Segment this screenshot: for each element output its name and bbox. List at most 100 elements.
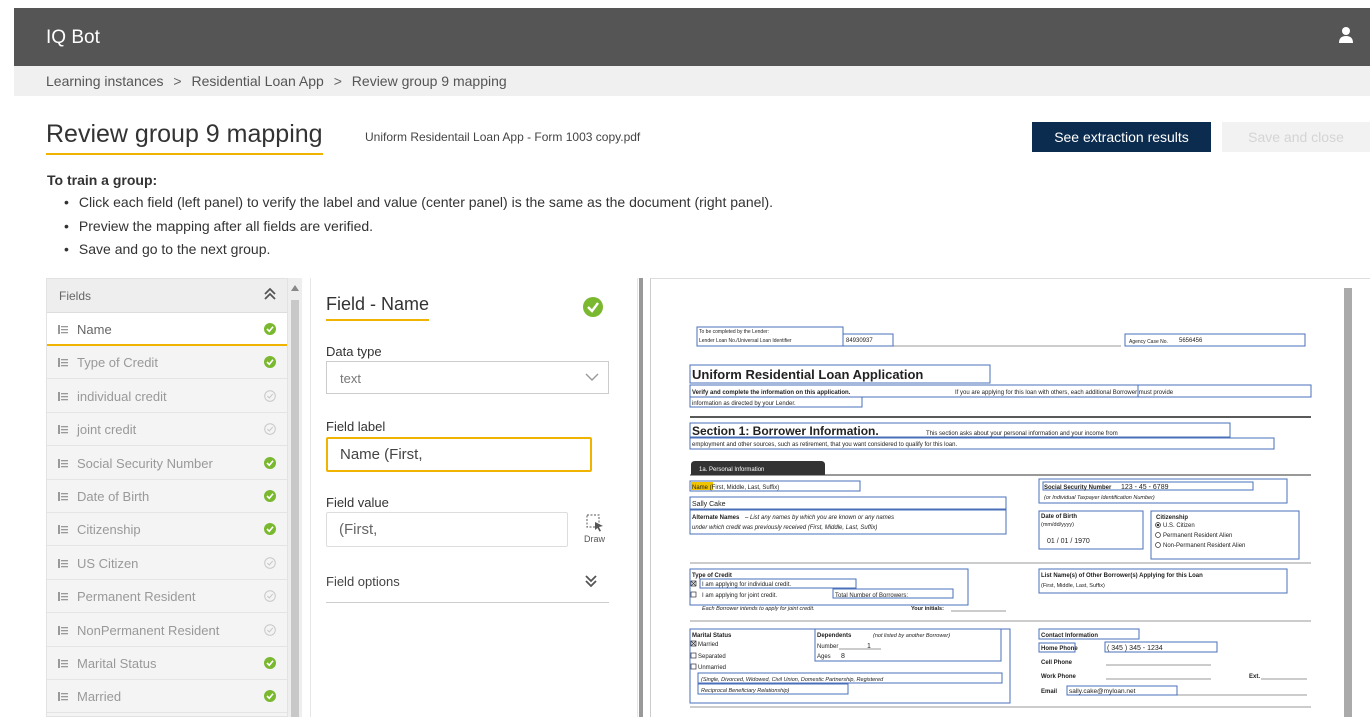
check-circle-icon bbox=[264, 356, 276, 369]
list-lines-icon bbox=[58, 458, 68, 468]
app-title: IQ Bot bbox=[46, 27, 100, 48]
field-row[interactable]: Permanent Resident bbox=[47, 580, 287, 614]
doc-name-value: Sally Cake bbox=[692, 501, 726, 508]
breadcrumb-separator: > bbox=[333, 73, 342, 89]
data-type-select[interactable]: text bbox=[326, 361, 609, 394]
doc-agency-case-value: 5656456 bbox=[1179, 338, 1203, 344]
doc-contact-label: Contact Information bbox=[1041, 633, 1098, 639]
data-type-value: text bbox=[340, 371, 361, 386]
data-type-label: Data type bbox=[326, 344, 382, 359]
list-lines-icon bbox=[58, 558, 68, 568]
doc-marital-option: Married bbox=[698, 642, 718, 648]
fields-scrollbar[interactable] bbox=[288, 278, 302, 717]
instruction-item: Save and go to the next group. bbox=[64, 241, 773, 265]
doc-intro-rest: If you are applying for this loan with o… bbox=[955, 390, 1174, 396]
field-row[interactable]: Date of Birth bbox=[47, 480, 287, 513]
doc-form-title: Uniform Residential Loan Application bbox=[692, 367, 923, 382]
doc-other-borrowers-label: List Name(s) of Other Borrower(s) Applyi… bbox=[1041, 573, 1203, 579]
field-row[interactable]: individual credit bbox=[47, 379, 287, 413]
save-and-close-button[interactable]: Save and close bbox=[1222, 122, 1370, 152]
doc-lender-header-2: Lender Loan No./Universal Loan Identifie… bbox=[699, 338, 792, 344]
doc-ext-label: Ext. bbox=[1249, 674, 1260, 680]
check-circle-icon bbox=[264, 323, 276, 335]
doc-work-phone-label: Work Phone bbox=[1041, 674, 1077, 680]
doc-email-label: Email bbox=[1041, 689, 1057, 695]
field-row-label: Social Security Number bbox=[77, 455, 213, 471]
breadcrumb-link-residential-loan-app[interactable]: Residential Loan App bbox=[192, 73, 324, 89]
instruction-item: Click each field (left panel) to verify … bbox=[64, 194, 773, 218]
doc-credit-option-1: I am applying for individual credit. bbox=[702, 582, 791, 588]
field-row[interactable]: Social Security Number bbox=[47, 446, 287, 480]
doc-tab-label: 1a. Personal Information bbox=[699, 467, 764, 473]
field-row[interactable]: Married bbox=[47, 680, 287, 714]
list-lines-icon bbox=[58, 625, 68, 635]
fields-panel: Fields Name Type of Credit individual cred… bbox=[46, 278, 288, 717]
doc-alt-names-label: Alternate Names bbox=[692, 515, 740, 521]
doc-dob-label: Date of Birth bbox=[1041, 514, 1077, 520]
panel-divider[interactable] bbox=[639, 278, 643, 717]
breadcrumb-current: Review group 9 mapping bbox=[351, 73, 507, 89]
list-lines-icon bbox=[58, 592, 68, 602]
field-row[interactable]: joint credit bbox=[47, 413, 287, 447]
field-row-label: joint credit bbox=[77, 422, 137, 438]
check-circle-outline-icon bbox=[264, 623, 276, 636]
double-chevron-up-icon[interactable] bbox=[263, 287, 277, 301]
doc-credit-note: Each Borrower intends to apply for joint… bbox=[702, 606, 815, 612]
breadcrumb-separator: > bbox=[173, 73, 182, 89]
fields-header-label: Fields bbox=[59, 289, 92, 303]
double-chevron-down-icon bbox=[585, 575, 597, 588]
field-value-input[interactable] bbox=[326, 512, 568, 547]
doc-marital-note: (Single, Divorced, Widowed, Civil Union,… bbox=[701, 677, 884, 683]
doc-dob-value: 01 / 01 / 1970 bbox=[1047, 538, 1090, 545]
field-row-label: Marital Status bbox=[77, 656, 157, 671]
doc-dependents-note: (not listed by another Borrower) bbox=[873, 633, 950, 639]
doc-loan-no: 84930937 bbox=[846, 338, 873, 344]
doc-credit-option-2: I am applying for joint credit. bbox=[702, 593, 777, 599]
field-row-label: Type of Credit bbox=[77, 355, 158, 371]
field-row[interactable]: Type of Credit bbox=[47, 346, 287, 380]
list-lines-icon bbox=[58, 325, 68, 334]
draw-button[interactable]: Draw bbox=[582, 514, 608, 548]
field-row[interactable]: US Citizen bbox=[47, 546, 287, 580]
field-row-label: NonPermanent Resident bbox=[77, 622, 220, 638]
check-circle-outline-icon bbox=[264, 556, 276, 569]
doc-section-intro-2: employment and other sources, such as re… bbox=[692, 442, 957, 448]
breadcrumb-link-learning-instances[interactable]: Learning instances bbox=[46, 73, 164, 89]
field-label-input[interactable] bbox=[326, 437, 592, 472]
doc-dob-format: (mm/dd/yyyy) bbox=[1041, 522, 1074, 528]
field-row[interactable]: Name bbox=[47, 313, 287, 346]
see-extraction-results-button[interactable]: See extraction results bbox=[1032, 122, 1211, 152]
field-options-toggle[interactable]: Field options bbox=[326, 568, 609, 603]
doc-credit-initials: Your initials: bbox=[911, 606, 944, 612]
doc-citizenship-option: Non-Permanent Resident Alien bbox=[1163, 543, 1245, 549]
doc-marital-option: Unmarried bbox=[698, 665, 726, 671]
check-circle-icon bbox=[264, 456, 276, 469]
field-row-label: Date of Birth bbox=[77, 489, 150, 504]
field-row[interactable]: Citizenship bbox=[47, 513, 287, 547]
doc-intro-bold: Verify and complete the information on t… bbox=[692, 390, 851, 396]
draw-label: Draw bbox=[584, 534, 606, 544]
breadcrumb: Learning instances > Residential Loan Ap… bbox=[14, 66, 1370, 96]
document-scrollbar[interactable] bbox=[1344, 288, 1352, 717]
chevron-down-icon bbox=[585, 373, 599, 381]
doc-marital-note2: Reciprocal Beneficiary Relationship) bbox=[701, 688, 790, 694]
list-lines-icon bbox=[58, 692, 68, 702]
doc-dependents-number: Number bbox=[817, 644, 838, 650]
check-circle-outline-icon bbox=[264, 423, 276, 435]
doc-name-label: Name (First, Middle, Last, Suffix) bbox=[692, 485, 779, 491]
field-detail-panel: Field - Name Data type text Field label … bbox=[310, 278, 638, 717]
list-lines-icon bbox=[58, 391, 68, 401]
field-row-label: Name bbox=[77, 322, 112, 337]
scroll-up-arrow-icon[interactable] bbox=[291, 284, 299, 292]
fields-scroll-thumb[interactable] bbox=[291, 300, 299, 717]
doc-alt-names-text: – List any names by which you are known … bbox=[744, 515, 894, 521]
user-icon[interactable] bbox=[1338, 26, 1354, 44]
draw-select-icon bbox=[586, 514, 603, 532]
field-row[interactable]: Marital Status bbox=[47, 647, 287, 680]
doc-dependents-ages-value: 8 bbox=[841, 653, 845, 660]
doc-home-phone-value: ( 345 ) 345 - 1234 bbox=[1107, 645, 1163, 652]
page-title: Review group 9 mapping bbox=[46, 120, 323, 155]
check-circle-icon bbox=[264, 523, 276, 536]
doc-ssn-value: 123 - 45 - 6789 bbox=[1121, 484, 1169, 491]
field-row[interactable]: NonPermanent Resident bbox=[47, 613, 287, 647]
